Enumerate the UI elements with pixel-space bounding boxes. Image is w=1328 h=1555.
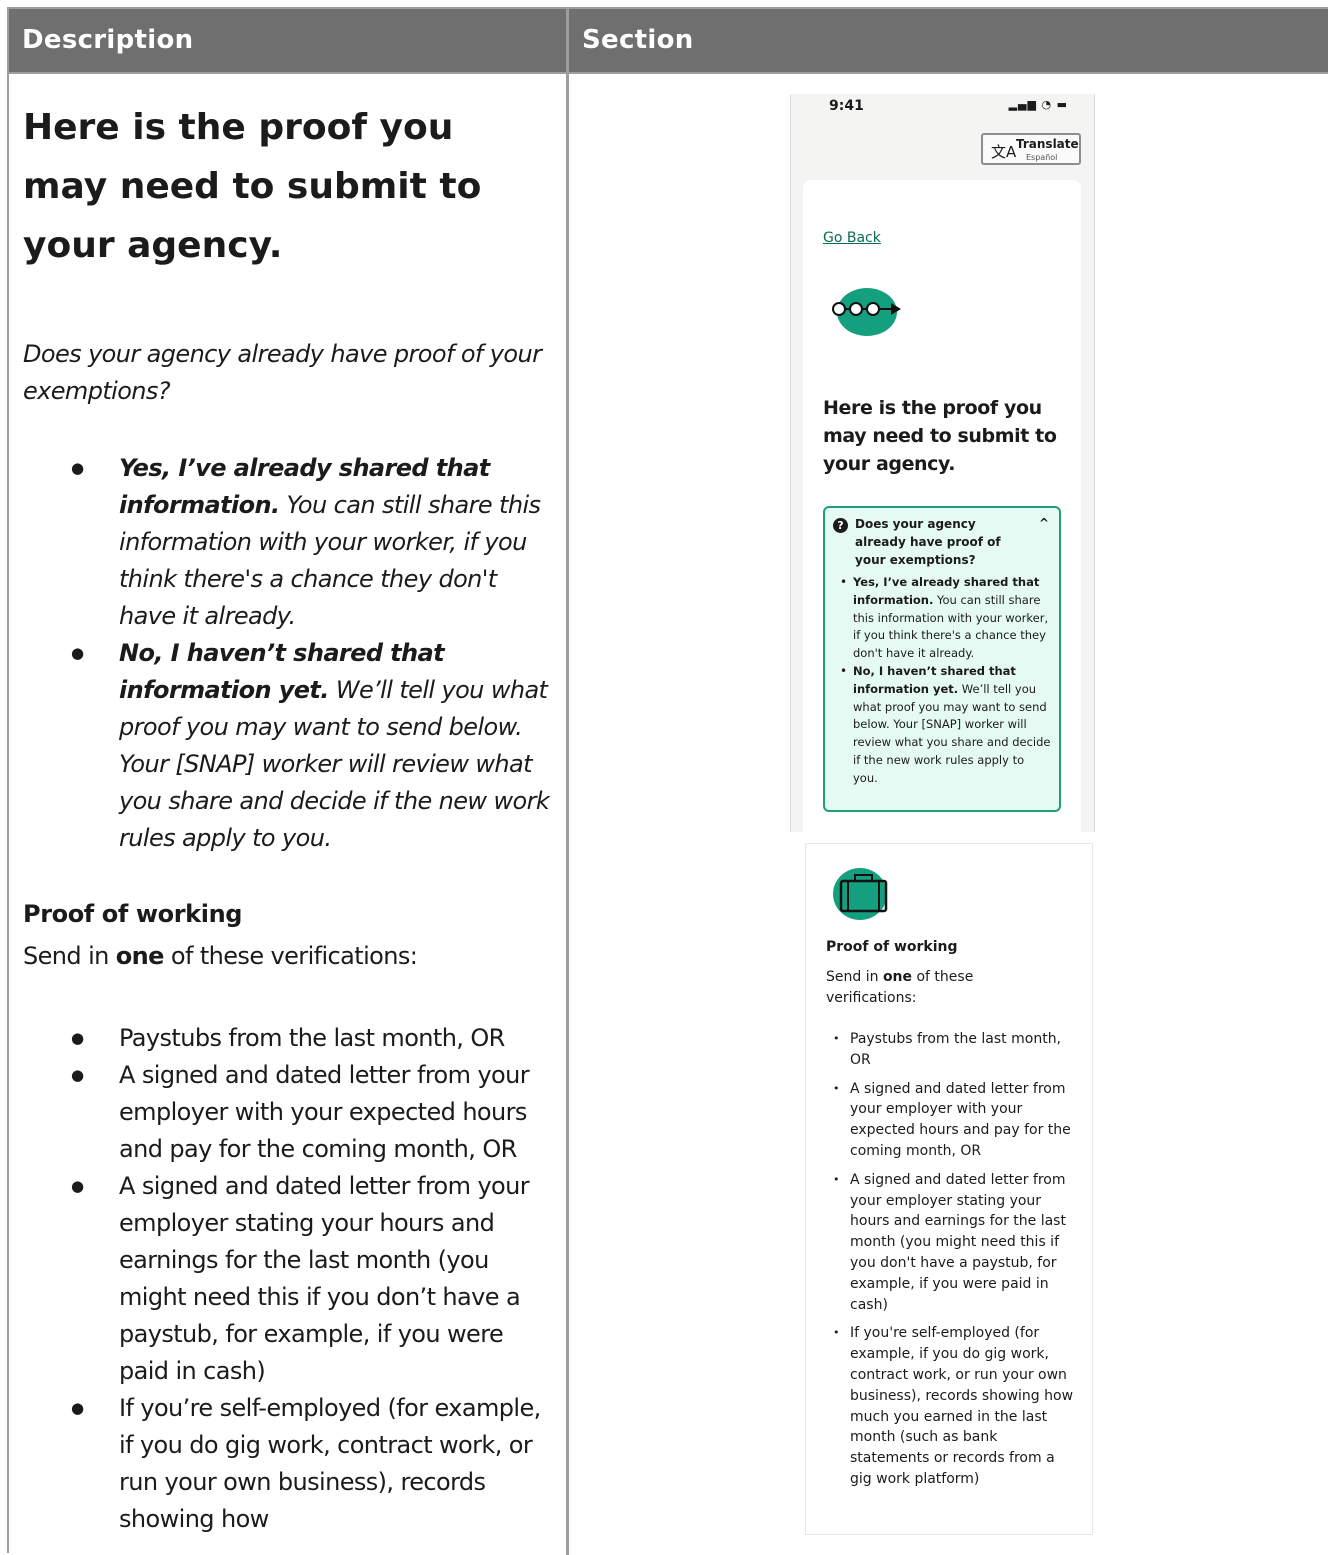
- go-back-link[interactable]: Go Back: [823, 230, 881, 246]
- description-title: Here is the proof you may need to submit…: [23, 107, 482, 266]
- briefcase-icon: [833, 868, 888, 920]
- column-divider: [566, 9, 569, 1555]
- phone-verifications: Paystubs from the last month, OR A signe…: [806, 1029, 1092, 1498]
- list-item: Yes, I’ve already shared that informatio…: [9, 450, 566, 635]
- description-answers: Yes, I’ve already shared that informatio…: [9, 450, 566, 857]
- list-item: Yes, I’ve already shared that informatio…: [825, 574, 1061, 663]
- list-item: A signed and dated letter from your empl…: [9, 1057, 566, 1168]
- description-send-line: Send in one of these verifications:: [23, 942, 418, 970]
- phone-screen-top: 9:41 ▂▄▆ ◔ ▬ 文A Translate Español Go Bac…: [790, 94, 1095, 832]
- chevron-up-icon[interactable]: ^: [1039, 516, 1049, 530]
- phone-section-title: Proof of working: [826, 939, 958, 955]
- description-verifications: Paystubs from the last month, OR A signe…: [9, 1020, 566, 1538]
- status-icons: ▂▄▆ ◔ ▬: [1009, 98, 1068, 111]
- list-item: If you’re self-employed (for example, if…: [9, 1390, 566, 1538]
- table-header: Description Section: [9, 9, 1328, 74]
- translate-button[interactable]: 文A Translate Español: [981, 133, 1081, 165]
- question-icon: ?: [833, 518, 848, 533]
- battery-icon: ▬: [1056, 98, 1068, 111]
- list-item: No, I haven’t shared that information ye…: [825, 663, 1061, 788]
- content-card: Go Back Here is the proof you may need t…: [803, 180, 1081, 832]
- accordion-title: Does your agency already have proof of y…: [855, 517, 1001, 567]
- header-section: Section: [582, 25, 694, 55]
- list-item: Paystubs from the last month, OR: [9, 1020, 566, 1057]
- description-section-title: Proof of working: [23, 900, 243, 928]
- status-time: 9:41: [829, 98, 864, 114]
- list-item: Paystubs from the last month, OR: [806, 1029, 1092, 1071]
- phone-send-line: Send in one of these verifications:: [826, 969, 974, 1006]
- exemptions-accordion[interactable]: ? Does your agency already have proof of…: [823, 506, 1061, 812]
- translate-icon: 文A: [991, 143, 1017, 161]
- comparison-table: Description Section Here is the proof yo…: [7, 7, 1328, 1555]
- header-description: Description: [22, 25, 194, 55]
- phone-screen-bottom: Proof of working Send in one of these ve…: [805, 843, 1093, 1535]
- progress-steps-icon: [832, 288, 901, 336]
- list-item: A signed and dated letter from your empl…: [806, 1170, 1092, 1316]
- description-question: Does your agency already have proof of y…: [23, 340, 542, 405]
- phone-title: Here is the proof you may need to submit…: [823, 397, 1057, 475]
- list-item: A signed and dated letter from your empl…: [9, 1168, 566, 1390]
- list-item: No, I haven’t shared that information ye…: [9, 635, 566, 857]
- signal-icon: ▂▄▆: [1008, 98, 1037, 111]
- list-item: A signed and dated letter from your empl…: [806, 1079, 1092, 1162]
- wifi-icon: ◔: [1041, 98, 1053, 111]
- accordion-list: Yes, I’ve already shared that informatio…: [825, 574, 1061, 788]
- list-item: If you're self-employed (for example, if…: [806, 1323, 1092, 1489]
